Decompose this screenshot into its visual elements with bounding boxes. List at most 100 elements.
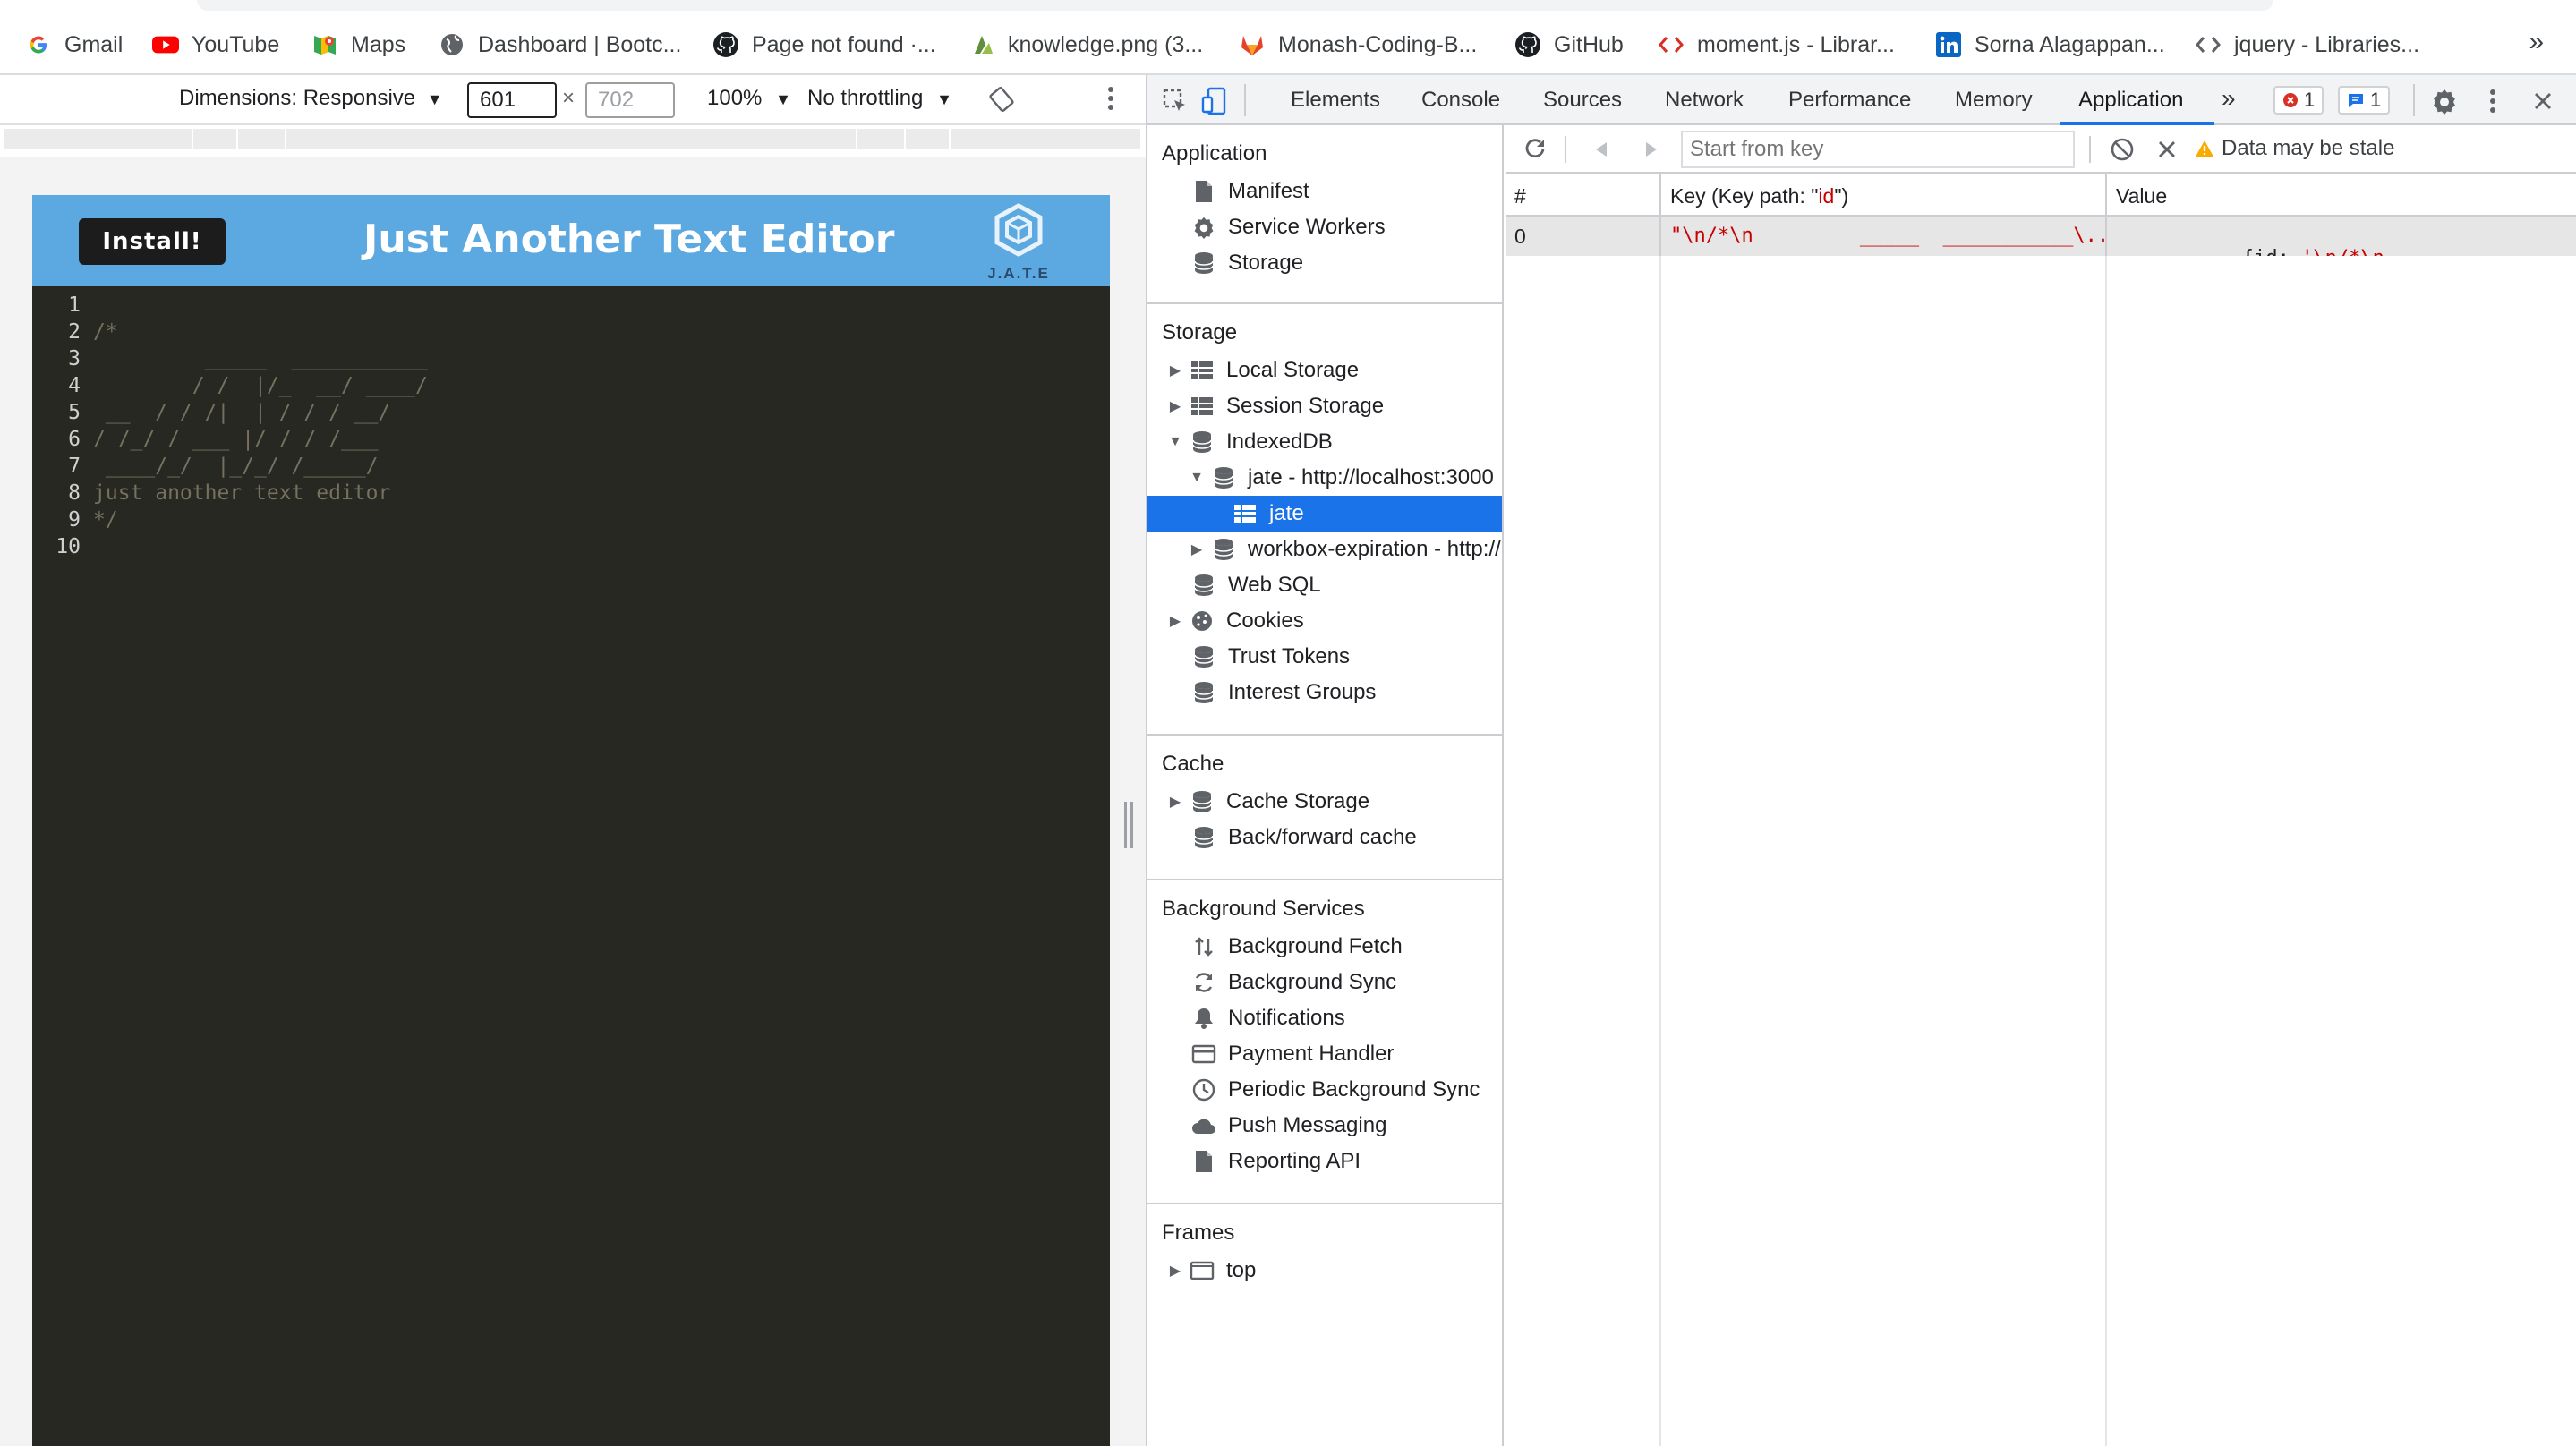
line-number: 6 [68, 428, 81, 451]
bookmark-jquery[interactable]: jquery - Libraries... [2195, 27, 2419, 63]
sidebar-item-cookies[interactable]: ▶ Cookies [1147, 603, 1502, 639]
sidebar-item-interest-groups[interactable]: Interest Groups [1147, 675, 1502, 710]
width-input[interactable] [467, 82, 557, 118]
next-page-icon[interactable] [1636, 134, 1667, 165]
sidebar-item-frame-top[interactable]: ▶ top [1147, 1253, 1502, 1289]
expand-arrow-icon[interactable]: ▶ [1167, 612, 1183, 630]
sidebar-item-db-jate[interactable]: ▼ jate - http://localhost:3000 [1147, 460, 1502, 496]
sidebar-item-db-workbox[interactable]: ▶ workbox-expiration - http:// [1147, 532, 1502, 567]
youtube-icon [152, 31, 179, 58]
tab-sources[interactable]: Sources [1543, 88, 1622, 113]
resize-handle[interactable] [1122, 802, 1135, 848]
code-icon [1658, 31, 1685, 58]
bookmark-page-not-found[interactable]: Page not found ·... [712, 27, 936, 63]
section-divider [1147, 734, 1504, 736]
bookmark-linkedin[interactable]: Sorna Alagappan... [1935, 27, 2165, 63]
start-from-key-input[interactable] [1681, 131, 2075, 168]
collapse-arrow-icon[interactable]: ▼ [1189, 470, 1205, 486]
bookmark-dashboard[interactable]: Dashboard | Bootc... [439, 27, 681, 63]
sidebar-item-label: Cache Storage [1226, 789, 1370, 813]
device-toggle-icon[interactable] [1199, 86, 1230, 116]
inspect-element-icon[interactable] [1160, 86, 1190, 116]
code-editor[interactable]: 1 2 /* 3 _____ ___________ 4 / / |/_ __/ … [32, 286, 1110, 1446]
tab-performance[interactable]: Performance [1788, 88, 1911, 113]
tab-memory[interactable]: Memory [1955, 88, 2033, 113]
bookmarks-bar: Gmail YouTube Maps Dashboard | Bootc... … [0, 0, 2576, 75]
sidebar-item-cache-storage[interactable]: ▶ Cache Storage [1147, 784, 1502, 820]
ruler-tick [949, 129, 951, 149]
install-button[interactable]: Install! [79, 218, 226, 265]
cube-logo-icon [994, 203, 1043, 257]
dropdown-arrow-icon: ▼ [426, 90, 443, 108]
collapse-arrow-icon[interactable]: ▼ [1167, 434, 1183, 450]
sidebar-item-indexeddb[interactable]: ▼ IndexedDB [1147, 424, 1502, 460]
bookmark-github[interactable]: GitHub [1514, 27, 1624, 63]
tab-console[interactable]: Console [1421, 88, 1500, 113]
github-icon [1514, 31, 1541, 58]
column-header-value[interactable]: Value [2107, 174, 2576, 217]
value-text: '\n/*\n _____ ________ [2301, 247, 2576, 256]
refresh-icon[interactable] [1520, 134, 1550, 165]
expand-arrow-icon[interactable]: ▶ [1167, 362, 1183, 379]
dimensions-dropdown[interactable]: Dimensions: Responsive ▼ [179, 86, 443, 111]
zoom-dropdown[interactable]: 100% ▼ [707, 86, 791, 111]
expand-arrow-icon[interactable]: ▶ [1189, 540, 1205, 558]
editor-line: 10 [32, 535, 1110, 562]
bookmark-maps[interactable]: Maps [311, 27, 405, 63]
sidebar-item-payment-handler[interactable]: Payment Handler [1147, 1036, 1502, 1072]
sidebar-item-store-jate[interactable]: jate [1147, 496, 1502, 532]
indexeddb-toolbar: Data may be stale [1506, 125, 2576, 174]
rotate-icon[interactable] [988, 86, 1015, 119]
more-tabs-button[interactable]: » [2222, 84, 2236, 113]
throttling-dropdown[interactable]: No throttling ▼ [807, 86, 952, 111]
bookmark-monash[interactable]: Monash-Coding-B... [1239, 27, 1477, 63]
sidebar-item-trust-tokens[interactable]: Trust Tokens [1147, 639, 1502, 675]
bookmarks-overflow-button[interactable]: » [2529, 27, 2544, 57]
previous-page-icon[interactable] [1586, 134, 1616, 165]
height-input[interactable] [585, 82, 675, 118]
tab-application[interactable]: Application [2078, 88, 2183, 113]
sidebar-item-background-fetch[interactable]: Background Fetch [1147, 929, 1502, 965]
google-icon [25, 31, 52, 58]
bookmark-youtube[interactable]: YouTube [152, 27, 279, 63]
column-header-index[interactable]: # [1506, 174, 1661, 217]
expand-arrow-icon[interactable]: ▶ [1167, 793, 1183, 811]
sidebar-item-local-storage[interactable]: ▶ Local Storage [1147, 353, 1502, 388]
sidebar-item-service-workers[interactable]: Service Workers [1147, 209, 1502, 245]
bookmark-momentjs[interactable]: moment.js - Librar... [1658, 27, 1895, 63]
clear-objectstore-icon[interactable] [2107, 134, 2137, 165]
sidebar-item-reporting-api[interactable]: Reporting API [1147, 1144, 1502, 1179]
devtools-menu-icon[interactable] [2478, 86, 2508, 116]
sidebar-item-manifest[interactable]: Manifest [1147, 174, 1502, 209]
sidebar-item-storage[interactable]: Storage [1147, 245, 1502, 281]
tab-network[interactable]: Network [1665, 88, 1744, 113]
up-down-arrows-icon [1190, 933, 1217, 960]
expand-arrow-icon[interactable]: ▶ [1167, 1262, 1183, 1280]
error-badge[interactable]: 1 [2273, 86, 2324, 115]
expand-value-icon[interactable]: ▶ [2234, 253, 2241, 256]
column-header-key[interactable]: Key (Key path: "id") [1661, 174, 2107, 217]
message-badge[interactable]: 1 [2338, 86, 2391, 115]
sidebar-item-periodic-sync[interactable]: Periodic Background Sync [1147, 1072, 1502, 1108]
toolbar-separator [2089, 136, 2091, 163]
expand-arrow-icon[interactable]: ▶ [1167, 397, 1183, 415]
sidebar-item-notifications[interactable]: Notifications [1147, 1000, 1502, 1036]
close-devtools-icon[interactable] [2528, 86, 2558, 116]
delete-selected-icon[interactable] [2152, 134, 2182, 165]
settings-gear-icon[interactable] [2429, 86, 2460, 116]
key-path-value: id [1818, 184, 1835, 208]
bookmark-gmail[interactable]: Gmail [25, 27, 123, 63]
sidebar-item-bfcache[interactable]: Back/forward cache [1147, 820, 1502, 855]
sidebar-item-session-storage[interactable]: ▶ Session Storage [1147, 388, 1502, 424]
sidebar-item-web-sql[interactable]: Web SQL [1147, 567, 1502, 603]
more-options-icon[interactable] [1106, 84, 1115, 119]
code-icon [2195, 31, 2222, 58]
editor-line: 7 ____/_/ |_/_/ /_____/ [32, 455, 1110, 481]
sidebar-item-background-sync[interactable]: Background Sync [1147, 965, 1502, 1000]
sidebar-item-push-messaging[interactable]: Push Messaging [1147, 1108, 1502, 1144]
section-divider [1147, 1203, 1504, 1204]
bookmark-knowledge[interactable]: knowledge.png (3... [968, 27, 1203, 63]
ruler-tick [856, 129, 857, 149]
bookmark-label: Sorna Alagappan... [1975, 31, 2165, 57]
tab-elements[interactable]: Elements [1291, 88, 1380, 113]
